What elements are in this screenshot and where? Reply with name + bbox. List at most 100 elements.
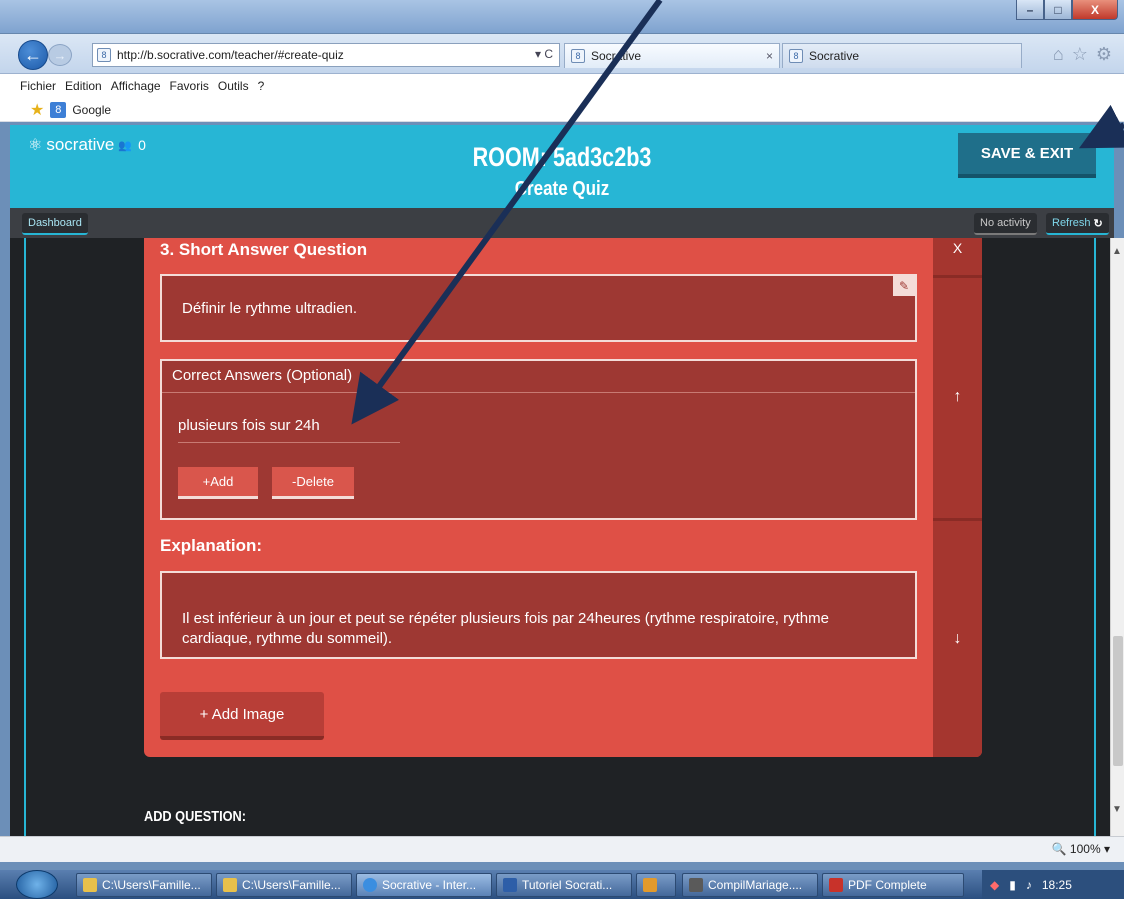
menu-edition[interactable]: Edition xyxy=(65,79,102,93)
tab-label: Socrative xyxy=(591,49,642,63)
question-side-rail: X ↑ ↓ xyxy=(933,238,982,757)
activity-status: No activity xyxy=(974,213,1037,235)
folder-icon xyxy=(223,878,237,892)
explanation-title: Explanation: xyxy=(160,536,263,555)
window-controls: – □ X xyxy=(1016,0,1118,20)
delete-question-button[interactable]: X xyxy=(933,238,982,278)
add-image-button[interactable]: + Add Image xyxy=(160,692,324,740)
taskbar-item-label: Socrative - Inter... xyxy=(382,878,477,892)
favorite-google-link[interactable]: Google xyxy=(72,103,111,117)
menu-bar: Fichier Edition Affichage Favoris Outils… xyxy=(0,74,1124,98)
page-title: Create Quiz xyxy=(514,178,610,200)
back-button[interactable]: ← xyxy=(18,40,48,70)
address-bar[interactable]: 8 http://b.socrative.com/teacher/#create… xyxy=(92,43,560,67)
tab-favicon-icon: 8 xyxy=(789,49,803,63)
taskbar-item-label: PDF Complete xyxy=(848,878,927,892)
quiz-editor-area: 3. Short Answer Question Définir le ryth… xyxy=(10,238,1110,836)
edit-pencil-icon[interactable]: ✎ xyxy=(893,276,915,296)
home-icon[interactable]: ⌂ xyxy=(1053,44,1064,65)
taskbar-item-outlook[interactable] xyxy=(636,873,676,897)
start-button[interactable] xyxy=(16,870,58,899)
forward-button[interactable]: → xyxy=(48,44,72,66)
refresh-icon: ↻ xyxy=(1093,217,1103,230)
add-answer-button[interactable]: +Add xyxy=(178,467,258,499)
network-icon[interactable]: ▮ xyxy=(1009,878,1016,892)
taskbar-item-label: C:\Users\Famille... xyxy=(242,878,341,892)
favorites-bar: ★ 8 Google xyxy=(0,98,1124,122)
taskbar-item-label: C:\Users\Famille... xyxy=(102,878,201,892)
scroll-down-icon[interactable]: ▼ xyxy=(1112,804,1122,815)
zoom-level[interactable]: 🔍 100% ▾ xyxy=(1052,842,1110,856)
explanation-box[interactable]: Il est inférieur à un jour et peut se ré… xyxy=(160,571,917,659)
rail-divider xyxy=(933,518,982,521)
pdf-icon xyxy=(829,878,843,892)
windows-taskbar: C:\Users\Famille... C:\Users\Famille... … xyxy=(0,870,1124,899)
question-card: 3. Short Answer Question Définir le ryth… xyxy=(144,238,982,757)
taskbar-item-explorer-1[interactable]: C:\Users\Famille... xyxy=(76,873,212,897)
taskbar-item-compil[interactable]: CompilMariage.... xyxy=(682,873,818,897)
room-title: ROOM: 5ad3c2b3 xyxy=(472,142,652,172)
tray-app-icon[interactable]: ◆ xyxy=(990,878,999,892)
logo-text: socrative xyxy=(46,135,115,154)
menu-favoris[interactable]: Favoris xyxy=(170,79,209,93)
sub-navigation-bar: Dashboard No activity Refresh ↻ xyxy=(10,208,1114,238)
answer-input[interactable]: plusieurs fois sur 24h xyxy=(178,413,400,443)
favorites-star-icon[interactable]: ★ xyxy=(30,100,44,120)
taskbar-item-label: Tutoriel Socrati... xyxy=(522,878,613,892)
settings-gear-icon[interactable]: ⚙ xyxy=(1096,44,1112,65)
taskbar-item-label: CompilMariage.... xyxy=(708,878,803,892)
menu-help[interactable]: ? xyxy=(258,79,265,93)
taskbar-item-word[interactable]: Tutoriel Socrati... xyxy=(496,873,632,897)
google-icon: 8 xyxy=(50,101,67,118)
tab-socrative[interactable]: 8 Socrative xyxy=(782,43,1022,68)
favorites-star-icon[interactable]: ☆ xyxy=(1072,44,1088,65)
menu-fichier[interactable]: Fichier xyxy=(20,79,56,93)
browser-status-bar: 🔍 100% ▾ xyxy=(0,836,1124,862)
tab-close-icon[interactable]: × xyxy=(766,49,773,63)
socrative-logo-icon: ⚛ xyxy=(28,137,43,154)
refresh-dropdown-icon[interactable]: ▾ C xyxy=(535,47,553,61)
taskbar-item-ie[interactable]: Socrative - Inter... xyxy=(356,873,492,897)
site-favicon-icon: 8 xyxy=(97,48,111,62)
left-guide-line xyxy=(24,238,26,836)
navigation-bar: ← → 8 http://b.socrative.com/teacher/#cr… xyxy=(0,34,1124,74)
move-down-arrow-icon[interactable]: ↓ xyxy=(933,630,982,648)
tab-favicon-icon: 8 xyxy=(571,49,585,63)
explanation-text[interactable]: Il est inférieur à un jour et peut se ré… xyxy=(182,609,902,649)
browser-tools: ⌂ ☆ ⚙ xyxy=(1053,44,1112,65)
add-question-label: ADD QUESTION: xyxy=(144,808,246,825)
system-tray: ◆ ▮ ♪ 18:25 xyxy=(982,870,1124,899)
scroll-thumb[interactable] xyxy=(1113,636,1123,766)
save-exit-button[interactable]: SAVE & EXIT xyxy=(958,133,1096,178)
close-button[interactable]: X xyxy=(1072,0,1118,20)
answers-header: Correct Answers (Optional) xyxy=(162,361,915,393)
maximize-button[interactable]: □ xyxy=(1044,0,1072,20)
question-text-box[interactable]: Définir le rythme ultradien. ✎ xyxy=(160,274,917,342)
taskbar-item-pdf[interactable]: PDF Complete xyxy=(822,873,964,897)
word-icon xyxy=(503,878,517,892)
dashboard-button[interactable]: Dashboard xyxy=(22,213,88,235)
refresh-label: Refresh xyxy=(1052,217,1091,229)
move-up-arrow-icon[interactable]: ↑ xyxy=(933,388,982,406)
clock[interactable]: 18:25 xyxy=(1042,878,1072,892)
tab-socrative-active[interactable]: 8 Socrative × xyxy=(564,43,780,68)
menu-outils[interactable]: Outils xyxy=(218,79,249,93)
window-titlebar: – □ X xyxy=(0,0,1124,34)
url-text[interactable]: http://b.socrative.com/teacher/#create-q… xyxy=(117,48,344,62)
tab-label: Socrative xyxy=(809,49,860,63)
correct-answers-box: Correct Answers (Optional) plusieurs foi… xyxy=(160,359,917,520)
volume-icon[interactable]: ♪ xyxy=(1026,878,1032,892)
app-icon xyxy=(689,878,703,892)
zoom-value: 100% xyxy=(1069,842,1101,856)
ie-icon xyxy=(363,878,377,892)
question-text[interactable]: Définir le rythme ultradien. xyxy=(182,300,357,317)
refresh-button[interactable]: Refresh ↻ xyxy=(1046,213,1109,235)
zoom-dropdown-icon[interactable]: ▾ xyxy=(1104,842,1110,856)
menu-affichage[interactable]: Affichage xyxy=(111,79,161,93)
zoom-icon: 🔍 xyxy=(1051,842,1067,856)
scroll-up-icon[interactable]: ▲ xyxy=(1112,246,1122,257)
delete-answer-button[interactable]: -Delete xyxy=(272,467,354,499)
minimize-button[interactable]: – xyxy=(1016,0,1044,20)
taskbar-item-explorer-2[interactable]: C:\Users\Famille... xyxy=(216,873,352,897)
vertical-scrollbar[interactable]: ▲ ▼ xyxy=(1110,238,1124,836)
